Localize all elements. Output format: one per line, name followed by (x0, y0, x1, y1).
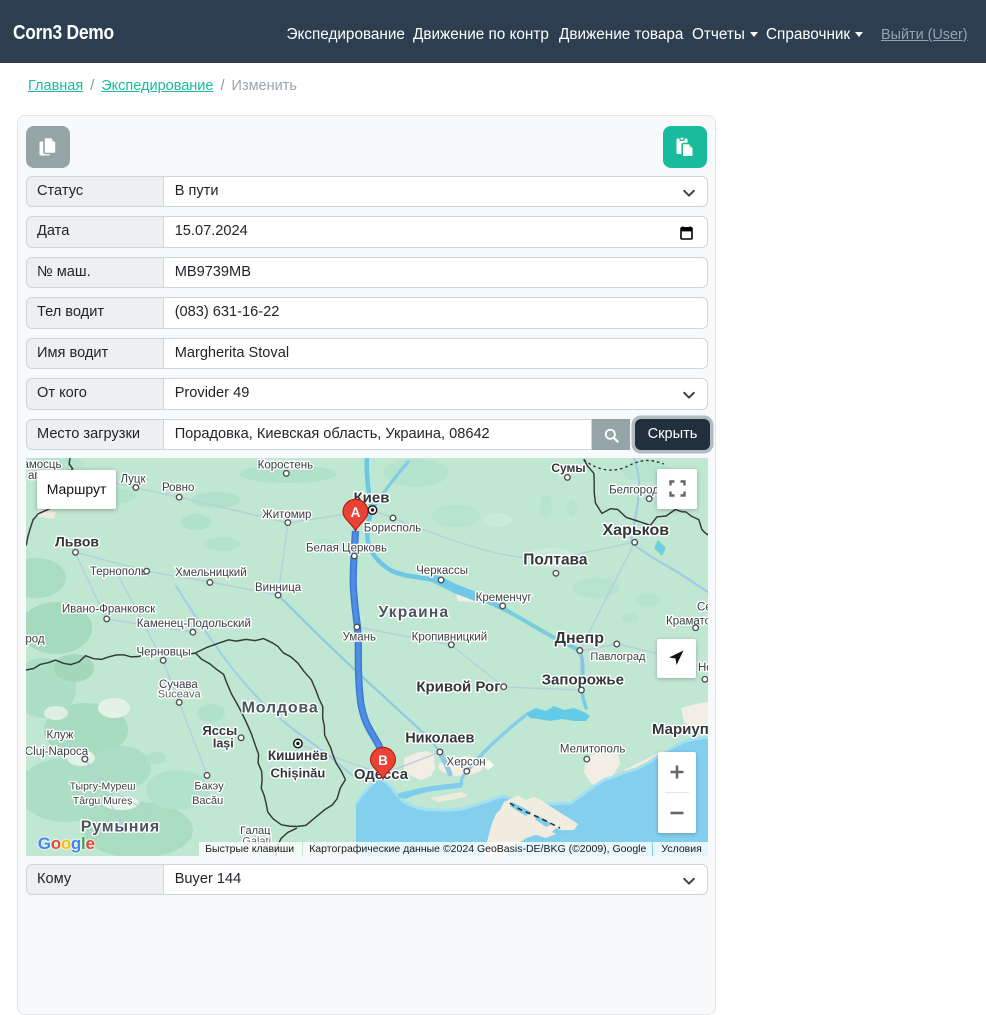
svg-text:Сумы: Сумы (551, 461, 585, 475)
svg-text:Iași: Iași (213, 737, 234, 751)
svg-text:Украина: Украина (378, 604, 449, 621)
svg-text:Умань: Умань (342, 632, 375, 644)
svg-text:Румыния: Румыния (81, 819, 160, 836)
svg-text:Краматорск: Краматорск (666, 616, 708, 628)
svg-text:род: род (26, 634, 45, 646)
svg-text:Кременчуг: Кременчуг (475, 592, 531, 604)
svg-text:Белая Церковь: Белая Церковь (306, 542, 387, 554)
svg-text:Каменец-Подольский: Каменец-Подольский (137, 618, 251, 630)
svg-text:Chișinău: Chișinău (270, 765, 325, 780)
svg-text:Днепр: Днепр (554, 630, 604, 647)
svg-text:Тернополь: Тернополь (90, 566, 147, 578)
svg-text:Коростень: Коростень (257, 460, 313, 472)
svg-text:Ровно: Ровно (162, 482, 194, 494)
svg-text:Бакэу: Бакэу (194, 781, 224, 793)
svg-text:Кропивницкий: Кропивницкий (411, 632, 487, 644)
svg-text:Кишинёв: Кишинёв (268, 748, 328, 763)
svg-text:Николаев: Николаев (405, 731, 474, 747)
svg-text:Луцк: Луцк (120, 474, 146, 486)
svg-text:Полтава: Полтава (523, 552, 588, 569)
svg-text:Харьков: Харьков (602, 522, 669, 539)
svg-text:Молдова: Молдова (241, 700, 318, 717)
svg-text:Белгород: Белгород (609, 485, 659, 497)
svg-text:Борисполь: Борисполь (364, 523, 422, 535)
svg-text:Запорожье: Запорожье (541, 672, 623, 689)
svg-text:Хмельницкий: Хмельницкий (175, 567, 247, 579)
svg-text:Се: Се (697, 601, 708, 613)
svg-text:B: B (378, 753, 388, 768)
svg-text:Suceava: Suceava (158, 689, 202, 701)
svg-text:Черкассы: Черкассы (416, 565, 468, 577)
svg-text:Târgu Mureș: Târgu Mureș (73, 795, 133, 807)
svg-text:Херсон: Херсон (446, 757, 485, 769)
svg-text:A: A (350, 505, 360, 520)
svg-text:Клуж: Клуж (46, 730, 73, 742)
svg-text:Мариуп: Мариуп (652, 721, 708, 738)
svg-text:Житомир: Житомир (262, 509, 311, 521)
svg-text:Павлоград: Павлоград (590, 651, 646, 663)
svg-text:Cluj-Napoca: Cluj-Napoca (26, 746, 89, 758)
svg-text:Bacău: Bacău (192, 795, 223, 807)
svg-text:Кривой Рог: Кривой Рог (416, 678, 500, 695)
svg-text:Черновцы: Черновцы (136, 647, 190, 659)
svg-text:Мелитополь: Мелитополь (560, 743, 625, 755)
svg-text:Тыргу-Муреш: Тыргу-Муреш (69, 781, 135, 793)
svg-text:Львов: Львов (55, 534, 99, 550)
svg-text:Ивано-Франковск: Ивано-Франковск (62, 604, 156, 616)
svg-text:Нов: Нов (698, 662, 708, 674)
